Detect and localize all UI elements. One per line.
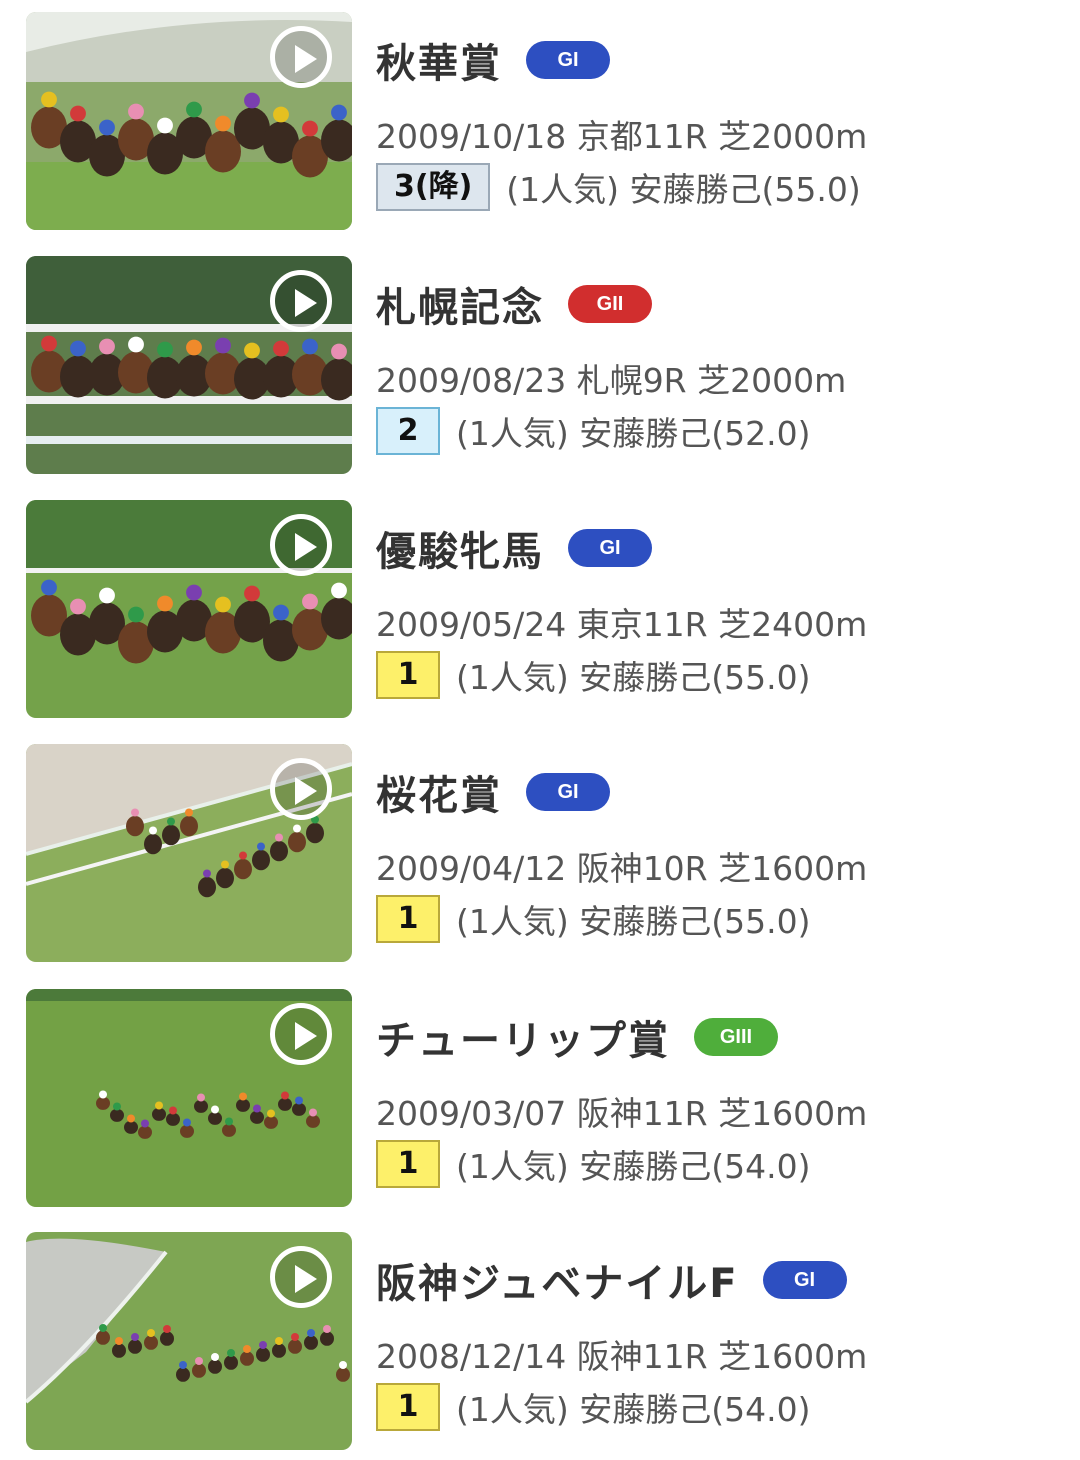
popularity-jockey-weight: (1人気) 安藤勝己(54.0)	[456, 1147, 811, 1186]
grade-badge: GIII	[694, 1018, 778, 1056]
finish-position-badge: 3(降)	[376, 163, 491, 211]
play-icon[interactable]	[270, 270, 332, 332]
grade-badge: GI	[526, 773, 610, 811]
popularity-jockey-weight: (1人気) 安藤勝己(55.0)	[456, 658, 811, 697]
race-video-thumbnail[interactable]	[26, 1232, 352, 1450]
grade-badge: GI	[762, 1261, 847, 1299]
race-title-line: 秋華賞 GI	[376, 32, 610, 88]
grade-badge: GII	[568, 285, 652, 323]
popularity-jockey-weight: (1人気) 安藤勝己(54.0)	[456, 1390, 811, 1429]
popularity-jockey-weight: (1人気) 安藤勝己(55.0)	[506, 170, 861, 209]
race-info: 2009/05/24 東京11R 芝2400m	[376, 605, 868, 644]
race-info: 2008/12/14 阪神11R 芝1600m	[376, 1337, 868, 1376]
finish-position-badge: 1	[376, 895, 440, 943]
result-line: 1 (1人気) 安藤勝己(54.0)	[376, 1382, 810, 1432]
race-video-thumbnail[interactable]	[26, 256, 352, 474]
race-row[interactable]: 札幌記念 GII 2009/08/23 札幌9R 芝2000m 2 (1人気) 安藤勝己…	[0, 256, 1080, 474]
race-row[interactable]: 桜花賞 GI 2009/04/12 阪神10R 芝1600m 1 (1人気) 安藤勝己(…	[0, 744, 1080, 962]
race-name-link[interactable]: 秋華賞	[376, 31, 502, 89]
finish-position-badge: 1	[376, 651, 440, 699]
race-video-thumbnail[interactable]	[26, 500, 352, 718]
finish-position-badge: 1	[376, 1140, 440, 1188]
race-video-thumbnail[interactable]	[26, 989, 352, 1207]
race-row[interactable]: 阪神ジュベナイルF GI 2008/12/14 阪神11R 芝1600m 1 (1人気)…	[0, 1232, 1080, 1450]
race-title-line: 桜花賞 GI	[376, 764, 610, 820]
race-name-link[interactable]: チューリップ賞	[376, 1008, 670, 1066]
play-icon[interactable]	[270, 26, 332, 88]
race-name-link[interactable]: 桜花賞	[376, 763, 502, 821]
race-title-line: 阪神ジュベナイルF GI	[376, 1252, 847, 1308]
race-info: 2009/04/12 阪神10R 芝1600m	[376, 849, 868, 888]
race-row[interactable]: 優駿牝馬 GI 2009/05/24 東京11R 芝2400m 1 (1人気) 安藤勝己…	[0, 500, 1080, 718]
popularity-jockey-weight: (1人気) 安藤勝己(52.0)	[456, 414, 811, 453]
race-video-thumbnail[interactable]	[26, 12, 352, 230]
result-line: 1 (1人気) 安藤勝己(55.0)	[376, 650, 810, 700]
race-title-line: 札幌記念 GII	[376, 276, 652, 332]
popularity-jockey-weight: (1人気) 安藤勝己(55.0)	[456, 902, 811, 941]
race-history-list: 秋華賞 GI 2009/10/18 京都11R 芝2000m 3(降) (1人気) 安藤…	[0, 0, 1080, 1460]
result-line: 3(降) (1人気) 安藤勝己(55.0)	[376, 162, 861, 212]
play-icon[interactable]	[270, 758, 332, 820]
race-name-link[interactable]: 札幌記念	[376, 275, 544, 333]
finish-position-badge: 1	[376, 1383, 440, 1431]
grade-badge: GI	[568, 529, 652, 567]
play-icon[interactable]	[270, 1003, 332, 1065]
race-row[interactable]: チューリップ賞 GIII 2009/03/07 阪神11R 芝1600m 1 (1人気)…	[0, 989, 1080, 1207]
race-info: 2009/08/23 札幌9R 芝2000m	[376, 361, 847, 400]
race-title-line: 優駿牝馬 GI	[376, 520, 652, 576]
result-line: 1 (1人気) 安藤勝己(55.0)	[376, 894, 810, 944]
result-line: 1 (1人気) 安藤勝己(54.0)	[376, 1139, 810, 1189]
race-name-link[interactable]: 優駿牝馬	[376, 519, 544, 577]
race-info: 2009/03/07 阪神11R 芝1600m	[376, 1094, 868, 1133]
race-row[interactable]: 秋華賞 GI 2009/10/18 京都11R 芝2000m 3(降) (1人気) 安藤…	[0, 12, 1080, 230]
race-name-link[interactable]: 阪神ジュベナイルF	[376, 1251, 739, 1309]
race-info: 2009/10/18 京都11R 芝2000m	[376, 117, 868, 156]
result-line: 2 (1人気) 安藤勝己(52.0)	[376, 406, 810, 456]
grade-badge: GI	[526, 41, 610, 79]
race-video-thumbnail[interactable]	[26, 744, 352, 962]
finish-position-badge: 2	[376, 407, 440, 455]
race-title-line: チューリップ賞 GIII	[376, 1009, 778, 1065]
play-icon[interactable]	[270, 514, 332, 576]
play-icon[interactable]	[270, 1246, 332, 1308]
